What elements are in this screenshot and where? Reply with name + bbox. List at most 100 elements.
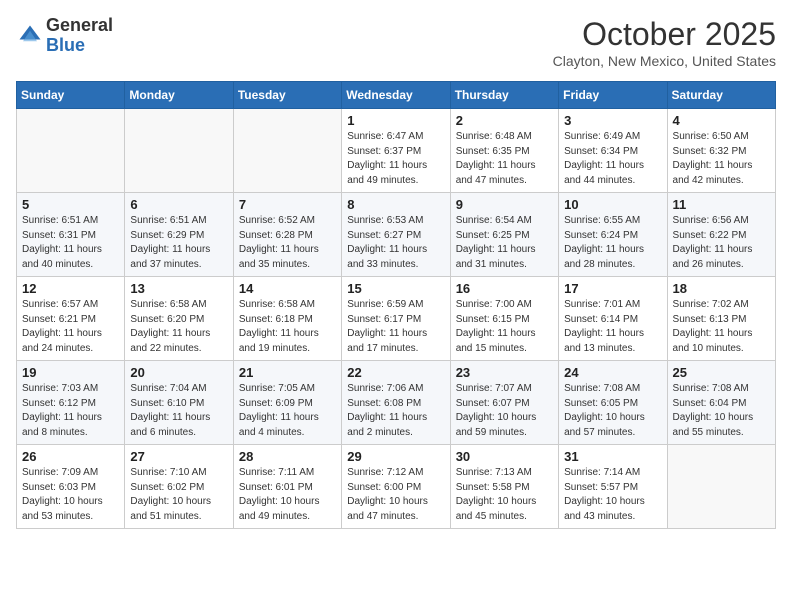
day-number: 19 <box>22 365 119 380</box>
day-info: Sunrise: 7:11 AM Sunset: 6:01 PM Dayligh… <box>239 466 336 524</box>
logo-blue-text: Blue <box>46 36 113 56</box>
day-number: 27 <box>130 449 227 464</box>
day-number: 24 <box>564 365 661 380</box>
col-header-thursday: Thursday <box>450 82 558 109</box>
calendar-week-row: 26 Sunrise: 7:09 AM Sunset: 6:03 PM Dayli… <box>17 445 776 529</box>
calendar-cell: 25 Sunrise: 7:08 AM Sunset: 6:04 PM Dayli… <box>667 361 775 445</box>
logo-general-text: General <box>46 16 113 36</box>
calendar-cell <box>667 445 775 529</box>
day-number: 11 <box>673 197 770 212</box>
day-info: Sunrise: 7:08 AM Sunset: 6:04 PM Dayligh… <box>673 382 770 440</box>
logo-icon <box>16 22 44 50</box>
calendar-cell: 9 Sunrise: 6:54 AM Sunset: 6:25 PM Daylig… <box>450 193 558 277</box>
day-info: Sunrise: 6:59 AM Sunset: 6:17 PM Dayligh… <box>347 298 444 356</box>
day-info: Sunrise: 6:57 AM Sunset: 6:21 PM Dayligh… <box>22 298 119 356</box>
day-number: 8 <box>347 197 444 212</box>
day-number: 28 <box>239 449 336 464</box>
day-number: 13 <box>130 281 227 296</box>
calendar-cell: 27Sunrise: 7:10 AM Sunset: 6:02 PM Dayli… <box>125 445 233 529</box>
page-header: General Blue October 2025 Clayton, New M… <box>16 16 776 69</box>
day-info: Sunrise: 6:58 AM Sunset: 6:18 PM Dayligh… <box>239 298 336 356</box>
day-number: 31 <box>564 449 661 464</box>
day-number: 15 <box>347 281 444 296</box>
title-block: October 2025 Clayton, New Mexico, United… <box>553 16 776 69</box>
calendar-cell: 20Sunrise: 7:04 AM Sunset: 6:10 PM Dayli… <box>125 361 233 445</box>
calendar-cell <box>17 109 125 193</box>
month-title: October 2025 <box>553 16 776 53</box>
day-number: 29 <box>347 449 444 464</box>
calendar-cell: 7 Sunrise: 6:52 AM Sunset: 6:28 PM Daylig… <box>233 193 341 277</box>
calendar-cell: 16 Sunrise: 7:00 AM Sunset: 6:15 PM Dayli… <box>450 277 558 361</box>
day-number: 9 <box>456 197 553 212</box>
day-number: 22 <box>347 365 444 380</box>
day-number: 3 <box>564 113 661 128</box>
day-number: 14 <box>239 281 336 296</box>
day-number: 6 <box>130 197 227 212</box>
calendar-cell: 24 Sunrise: 7:08 AM Sunset: 6:05 PM Dayli… <box>559 361 667 445</box>
calendar-cell <box>233 109 341 193</box>
day-info: Sunrise: 6:49 AM Sunset: 6:34 PM Dayligh… <box>564 130 661 188</box>
day-info: Sunrise: 6:55 AM Sunset: 6:24 PM Dayligh… <box>564 214 661 272</box>
day-info: Sunrise: 6:51 AM Sunset: 6:29 PM Dayligh… <box>130 214 227 272</box>
day-info: Sunrise: 6:47 AM Sunset: 6:37 PM Dayligh… <box>347 130 444 188</box>
day-info: Sunrise: 6:51 AM Sunset: 6:31 PM Dayligh… <box>22 214 119 272</box>
calendar-cell: 26 Sunrise: 7:09 AM Sunset: 6:03 PM Dayli… <box>17 445 125 529</box>
day-info: Sunrise: 7:00 AM Sunset: 6:15 PM Dayligh… <box>456 298 553 356</box>
calendar-cell: 14 Sunrise: 6:58 AM Sunset: 6:18 PM Dayli… <box>233 277 341 361</box>
calendar-cell: 23 Sunrise: 7:07 AM Sunset: 6:07 PM Dayli… <box>450 361 558 445</box>
calendar-cell: 2Sunrise: 6:48 AM Sunset: 6:35 PM Daylig… <box>450 109 558 193</box>
day-number: 25 <box>673 365 770 380</box>
day-info: Sunrise: 7:01 AM Sunset: 6:14 PM Dayligh… <box>564 298 661 356</box>
calendar-cell: 3 Sunrise: 6:49 AM Sunset: 6:34 PM Daylig… <box>559 109 667 193</box>
calendar-cell: 22 Sunrise: 7:06 AM Sunset: 6:08 PM Dayli… <box>342 361 450 445</box>
day-number: 16 <box>456 281 553 296</box>
calendar-week-row: 19 Sunrise: 7:03 AM Sunset: 6:12 PM Dayli… <box>17 361 776 445</box>
day-number: 17 <box>564 281 661 296</box>
day-info: Sunrise: 6:54 AM Sunset: 6:25 PM Dayligh… <box>456 214 553 272</box>
day-number: 2 <box>456 113 553 128</box>
calendar-cell: 6 Sunrise: 6:51 AM Sunset: 6:29 PM Daylig… <box>125 193 233 277</box>
day-number: 21 <box>239 365 336 380</box>
col-header-wednesday: Wednesday <box>342 82 450 109</box>
calendar-cell: 4Sunrise: 6:50 AM Sunset: 6:32 PM Daylig… <box>667 109 775 193</box>
day-number: 5 <box>22 197 119 212</box>
day-info: Sunrise: 7:09 AM Sunset: 6:03 PM Dayligh… <box>22 466 119 524</box>
location: Clayton, New Mexico, United States <box>553 53 776 69</box>
calendar-cell: 29 Sunrise: 7:12 AM Sunset: 6:00 PM Dayli… <box>342 445 450 529</box>
day-info: Sunrise: 7:06 AM Sunset: 6:08 PM Dayligh… <box>347 382 444 440</box>
day-info: Sunrise: 7:04 AM Sunset: 6:10 PM Dayligh… <box>130 382 227 440</box>
day-number: 18 <box>673 281 770 296</box>
calendar-cell: 30 Sunrise: 7:13 AM Sunset: 5:58 PM Dayli… <box>450 445 558 529</box>
calendar-cell: 28 Sunrise: 7:11 AM Sunset: 6:01 PM Dayli… <box>233 445 341 529</box>
day-number: 7 <box>239 197 336 212</box>
calendar-cell: 8 Sunrise: 6:53 AM Sunset: 6:27 PM Daylig… <box>342 193 450 277</box>
calendar-week-row: 5 Sunrise: 6:51 AM Sunset: 6:31 PM Daylig… <box>17 193 776 277</box>
day-info: Sunrise: 6:52 AM Sunset: 6:28 PM Dayligh… <box>239 214 336 272</box>
day-number: 30 <box>456 449 553 464</box>
day-info: Sunrise: 7:03 AM Sunset: 6:12 PM Dayligh… <box>22 382 119 440</box>
col-header-saturday: Saturday <box>667 82 775 109</box>
day-info: Sunrise: 7:13 AM Sunset: 5:58 PM Dayligh… <box>456 466 553 524</box>
day-number: 23 <box>456 365 553 380</box>
day-info: Sunrise: 7:12 AM Sunset: 6:00 PM Dayligh… <box>347 466 444 524</box>
calendar-cell: 1Sunrise: 6:47 AM Sunset: 6:37 PM Daylig… <box>342 109 450 193</box>
day-info: Sunrise: 7:07 AM Sunset: 6:07 PM Dayligh… <box>456 382 553 440</box>
day-number: 26 <box>22 449 119 464</box>
day-info: Sunrise: 6:53 AM Sunset: 6:27 PM Dayligh… <box>347 214 444 272</box>
calendar-cell: 15 Sunrise: 6:59 AM Sunset: 6:17 PM Dayli… <box>342 277 450 361</box>
day-number: 4 <box>673 113 770 128</box>
calendar-cell: 13 Sunrise: 6:58 AM Sunset: 6:20 PM Dayli… <box>125 277 233 361</box>
col-header-monday: Monday <box>125 82 233 109</box>
calendar-cell: 11Sunrise: 6:56 AM Sunset: 6:22 PM Dayli… <box>667 193 775 277</box>
calendar-week-row: 1Sunrise: 6:47 AM Sunset: 6:37 PM Daylig… <box>17 109 776 193</box>
calendar-cell: 21Sunrise: 7:05 AM Sunset: 6:09 PM Dayli… <box>233 361 341 445</box>
logo: General Blue <box>16 16 113 56</box>
calendar-cell: 10Sunrise: 6:55 AM Sunset: 6:24 PM Dayli… <box>559 193 667 277</box>
col-header-sunday: Sunday <box>17 82 125 109</box>
day-info: Sunrise: 7:08 AM Sunset: 6:05 PM Dayligh… <box>564 382 661 440</box>
calendar-cell: 12Sunrise: 6:57 AM Sunset: 6:21 PM Dayli… <box>17 277 125 361</box>
calendar-cell <box>125 109 233 193</box>
calendar-header-row: SundayMondayTuesdayWednesdayThursdayFrid… <box>17 82 776 109</box>
day-info: Sunrise: 6:58 AM Sunset: 6:20 PM Dayligh… <box>130 298 227 356</box>
calendar-cell: 19 Sunrise: 7:03 AM Sunset: 6:12 PM Dayli… <box>17 361 125 445</box>
